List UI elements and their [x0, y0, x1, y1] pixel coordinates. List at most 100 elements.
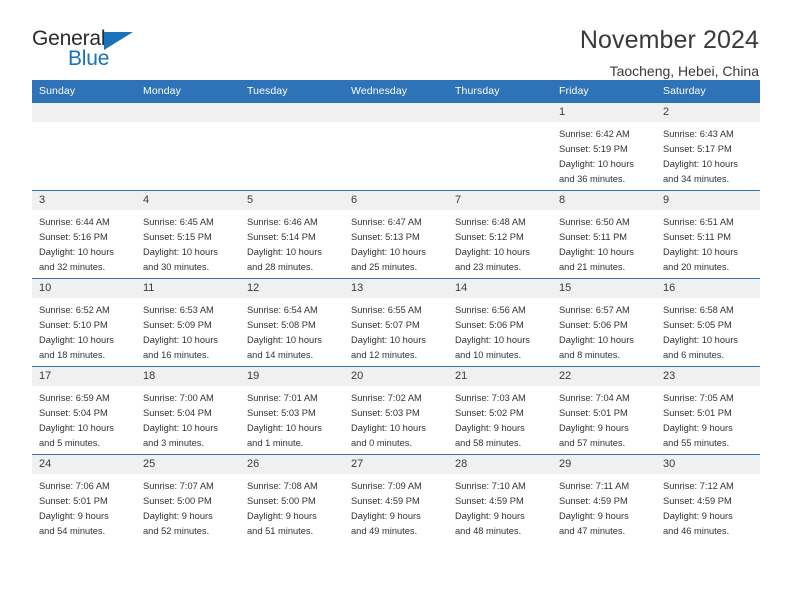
daylight-duration-line2: and 57 minutes.: [559, 438, 626, 449]
daylight-duration-line1: Daylight: 10 hours: [351, 335, 426, 346]
sunset-time: Sunset: 5:04 PM: [39, 408, 108, 419]
calendar-day-cell[interactable]: 30 Sunrise: 7:12 AM Sunset: 4:59 PM Dayligh…: [656, 454, 760, 543]
sunset-time: Sunset: 5:11 PM: [559, 232, 628, 243]
day-number: 1: [552, 103, 656, 122]
weekday-header-row: Sunday Monday Tuesday Wednesday Thursday…: [32, 80, 760, 103]
calendar-day-cell[interactable]: 26 Sunrise: 7:08 AM Sunset: 5:00 PM Dayligh…: [240, 454, 344, 543]
calendar-day-cell[interactable]: 18 Sunrise: 7:00 AM Sunset: 5:04 PM Dayligh…: [136, 366, 240, 455]
sunrise-time: Sunrise: 7:10 AM: [455, 481, 526, 491]
daylight-duration-line2: and 25 minutes.: [351, 262, 418, 273]
daylight-duration-line1: Daylight: 10 hours: [559, 335, 634, 346]
daylight-duration-line1: Daylight: 10 hours: [663, 159, 738, 170]
day-number: 19: [240, 367, 344, 386]
calendar-day-cell[interactable]: 23 Sunrise: 7:05 AM Sunset: 5:01 PM Dayligh…: [656, 366, 760, 455]
day-number: 16: [656, 279, 760, 298]
sunrise-time: Sunrise: 6:57 AM: [559, 305, 630, 315]
calendar-day-cell[interactable]: 10 Sunrise: 6:52 AM Sunset: 5:10 PM Dayligh…: [32, 278, 136, 367]
calendar-body: 1 Sunrise: 6:42 AM Sunset: 5:19 PM Daylight…: [32, 102, 760, 543]
calendar-day-cell[interactable]: 8 Sunrise: 6:50 AM Sunset: 5:11 PM Daylight…: [552, 190, 656, 279]
day-details: Sunrise: 6:51 AM Sunset: 5:11 PM Daylight:…: [656, 210, 760, 275]
calendar-day-cell[interactable]: 5 Sunrise: 6:46 AM Sunset: 5:14 PM Daylight…: [240, 190, 344, 279]
calendar-day-cell[interactable]: 27 Sunrise: 7:09 AM Sunset: 4:59 PM Dayligh…: [344, 454, 448, 543]
daylight-duration-line2: and 23 minutes.: [455, 262, 522, 273]
calendar-day-cell[interactable]: 11 Sunrise: 6:53 AM Sunset: 5:09 PM Dayligh…: [136, 278, 240, 367]
weekday-header-monday: Monday: [136, 80, 240, 103]
calendar-day-cell[interactable]: 14 Sunrise: 6:56 AM Sunset: 5:06 PM Dayligh…: [448, 278, 552, 367]
calendar-week-row: 10 Sunrise: 6:52 AM Sunset: 5:10 PM Dayligh…: [32, 278, 760, 367]
calendar-day-cell[interactable]: 1 Sunrise: 6:42 AM Sunset: 5:19 PM Daylight…: [552, 102, 656, 191]
day-number: 28: [448, 455, 552, 474]
daylight-duration-line1: Daylight: 9 hours: [559, 423, 629, 434]
day-details: Sunrise: 6:58 AM Sunset: 5:05 PM Daylight:…: [656, 298, 760, 363]
calendar-day-cell-empty: [344, 102, 448, 191]
calendar-day-cell[interactable]: 20 Sunrise: 7:02 AM Sunset: 5:03 PM Dayligh…: [344, 366, 448, 455]
calendar-day-cell[interactable]: 16 Sunrise: 6:58 AM Sunset: 5:05 PM Dayligh…: [656, 278, 760, 367]
daylight-duration-line2: and 30 minutes.: [143, 262, 210, 273]
calendar-day-cell[interactable]: 3 Sunrise: 6:44 AM Sunset: 5:16 PM Daylight…: [32, 190, 136, 279]
calendar-day-cell[interactable]: 12 Sunrise: 6:54 AM Sunset: 5:08 PM Dayligh…: [240, 278, 344, 367]
sunset-time: Sunset: 5:06 PM: [559, 320, 628, 331]
calendar-week-row: 1 Sunrise: 6:42 AM Sunset: 5:19 PM Daylight…: [32, 102, 760, 191]
day-details: Sunrise: 7:05 AM Sunset: 5:01 PM Daylight:…: [656, 386, 760, 451]
calendar-day-cell[interactable]: 19 Sunrise: 7:01 AM Sunset: 5:03 PM Dayligh…: [240, 366, 344, 455]
sunrise-sunset-calendar: Sunday Monday Tuesday Wednesday Thursday…: [32, 80, 760, 543]
day-number: 7: [448, 191, 552, 210]
day-number: 8: [552, 191, 656, 210]
day-details: Sunrise: 6:54 AM Sunset: 5:08 PM Daylight:…: [240, 298, 344, 363]
calendar-day-cell[interactable]: 7 Sunrise: 6:48 AM Sunset: 5:12 PM Daylight…: [448, 190, 552, 279]
calendar-day-cell[interactable]: 24 Sunrise: 7:06 AM Sunset: 5:01 PM Dayligh…: [32, 454, 136, 543]
calendar-day-cell[interactable]: 17 Sunrise: 6:59 AM Sunset: 5:04 PM Dayligh…: [32, 366, 136, 455]
daylight-duration-line1: Daylight: 9 hours: [39, 511, 109, 522]
daylight-duration-line2: and 12 minutes.: [351, 350, 418, 361]
day-details: Sunrise: 7:10 AM Sunset: 4:59 PM Daylight:…: [448, 474, 552, 539]
day-number: 23: [656, 367, 760, 386]
sunrise-time: Sunrise: 7:06 AM: [39, 481, 110, 491]
sunrise-time: Sunrise: 6:52 AM: [39, 305, 110, 315]
day-number: 29: [552, 455, 656, 474]
day-details: Sunrise: 7:06 AM Sunset: 5:01 PM Daylight:…: [32, 474, 136, 539]
calendar-day-cell[interactable]: 9 Sunrise: 6:51 AM Sunset: 5:11 PM Daylight…: [656, 190, 760, 279]
day-details: Sunrise: 6:59 AM Sunset: 5:04 PM Daylight:…: [32, 386, 136, 451]
sunrise-time: Sunrise: 6:55 AM: [351, 305, 422, 315]
calendar-day-cell[interactable]: 6 Sunrise: 6:47 AM Sunset: 5:13 PM Daylight…: [344, 190, 448, 279]
sunset-time: Sunset: 5:16 PM: [39, 232, 108, 243]
day-details: Sunrise: 6:55 AM Sunset: 5:07 PM Daylight:…: [344, 298, 448, 363]
daylight-duration-line1: Daylight: 10 hours: [455, 335, 530, 346]
calendar-day-cell[interactable]: 13 Sunrise: 6:55 AM Sunset: 5:07 PM Dayligh…: [344, 278, 448, 367]
day-number: 6: [344, 191, 448, 210]
calendar-day-cell[interactable]: 22 Sunrise: 7:04 AM Sunset: 5:01 PM Dayligh…: [552, 366, 656, 455]
day-details: Sunrise: 7:01 AM Sunset: 5:03 PM Daylight:…: [240, 386, 344, 451]
sunset-time: Sunset: 5:03 PM: [247, 408, 316, 419]
calendar-day-cell[interactable]: 15 Sunrise: 6:57 AM Sunset: 5:06 PM Dayligh…: [552, 278, 656, 367]
day-details: Sunrise: 6:47 AM Sunset: 5:13 PM Daylight:…: [344, 210, 448, 275]
calendar-day-cell[interactable]: 2 Sunrise: 6:43 AM Sunset: 5:17 PM Daylight…: [656, 102, 760, 191]
sunset-time: Sunset: 5:01 PM: [559, 408, 628, 419]
calendar-day-cell[interactable]: 4 Sunrise: 6:45 AM Sunset: 5:15 PM Daylight…: [136, 190, 240, 279]
sunrise-time: Sunrise: 6:48 AM: [455, 217, 526, 227]
daylight-duration-line1: Daylight: 9 hours: [247, 511, 317, 522]
sunset-time: Sunset: 5:15 PM: [143, 232, 212, 243]
daylight-duration-line2: and 20 minutes.: [663, 262, 730, 273]
day-details: Sunrise: 7:12 AM Sunset: 4:59 PM Daylight:…: [656, 474, 760, 539]
sunset-time: Sunset: 5:13 PM: [351, 232, 420, 243]
sunrise-time: Sunrise: 6:45 AM: [143, 217, 214, 227]
daylight-duration-line1: Daylight: 10 hours: [351, 423, 426, 434]
brand-logo[interactable]: General Blue: [32, 26, 142, 72]
day-number: 5: [240, 191, 344, 210]
day-details: Sunrise: 6:42 AM Sunset: 5:19 PM Daylight:…: [552, 122, 656, 187]
calendar-day-cell[interactable]: 21 Sunrise: 7:03 AM Sunset: 5:02 PM Dayligh…: [448, 366, 552, 455]
day-number: 25: [136, 455, 240, 474]
calendar-day-cell[interactable]: 29 Sunrise: 7:11 AM Sunset: 4:59 PM Dayligh…: [552, 454, 656, 543]
calendar-day-cell[interactable]: 28 Sunrise: 7:10 AM Sunset: 4:59 PM Dayligh…: [448, 454, 552, 543]
title-block: November 2024 Taocheng, Hebei, China: [580, 26, 760, 80]
daylight-duration-line2: and 48 minutes.: [455, 526, 522, 537]
daylight-duration-line1: Daylight: 10 hours: [39, 335, 114, 346]
daylight-duration-line1: Daylight: 10 hours: [247, 335, 322, 346]
daylight-duration-line2: and 10 minutes.: [455, 350, 522, 361]
sunrise-time: Sunrise: 7:05 AM: [663, 393, 734, 403]
day-number: 9: [656, 191, 760, 210]
daylight-duration-line2: and 6 minutes.: [663, 350, 724, 361]
day-number: 24: [32, 455, 136, 474]
calendar-day-cell[interactable]: 25 Sunrise: 7:07 AM Sunset: 5:00 PM Dayligh…: [136, 454, 240, 543]
sunset-time: Sunset: 5:11 PM: [663, 232, 732, 243]
